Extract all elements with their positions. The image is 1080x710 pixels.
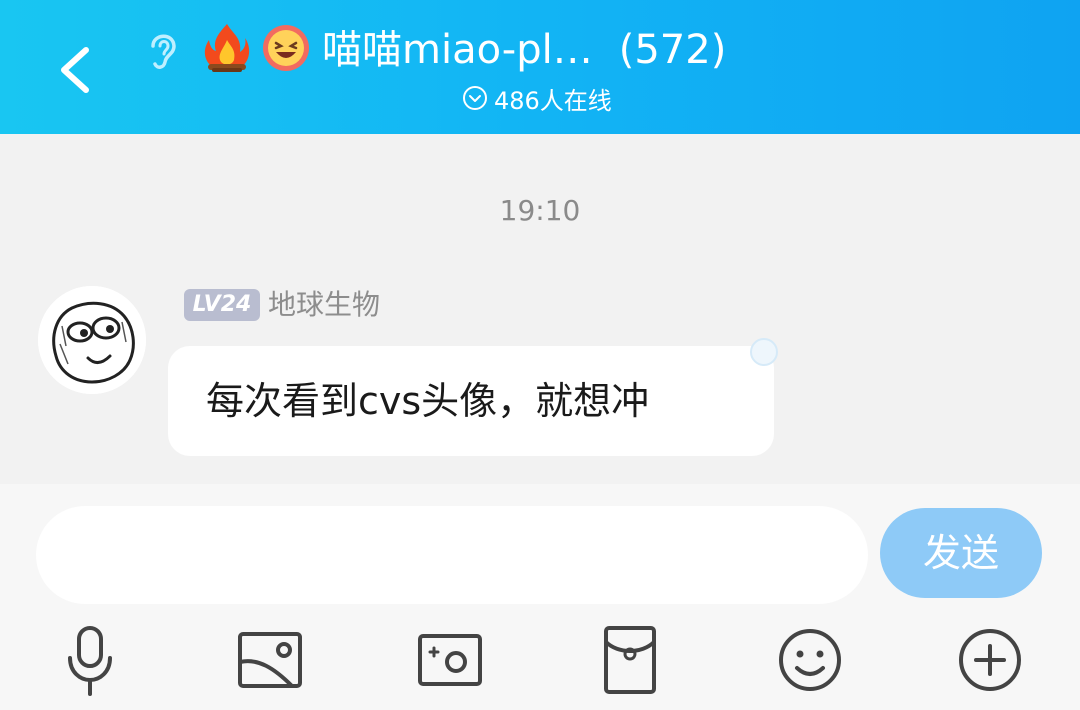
microphone-icon[interactable] [50, 620, 130, 700]
message-timestamp: 19:10 [499, 194, 581, 227]
rage-face-avatar-icon [38, 286, 146, 394]
camera-icon[interactable] [410, 620, 490, 700]
group-name: 喵喵miao-pl… [322, 27, 593, 73]
back-button[interactable] [52, 38, 102, 98]
loading-circle-icon [750, 338, 778, 366]
send-button[interactable]: 发送 [880, 508, 1042, 598]
message-bubble[interactable]: 每次看到cvs头像，就想冲 [168, 346, 774, 456]
emoji-icon[interactable] [770, 620, 850, 700]
online-count-text: 486人在线 [494, 86, 612, 115]
group-title[interactable]: 喵喵miao-pl… (572) [322, 22, 782, 78]
plus-icon[interactable] [950, 620, 1030, 700]
message-input[interactable] [36, 506, 868, 604]
image-icon[interactable] [230, 620, 310, 700]
member-count: (572) [618, 27, 727, 73]
fire-icon [204, 24, 250, 72]
level-badge: LV24 [184, 289, 260, 321]
laughing-emoji-badge-icon [263, 25, 309, 71]
message-list[interactable]: 19:10 LV24 地球生物 每次看到cvs头像，就想冲 [0, 134, 1080, 484]
ear-icon[interactable] [143, 26, 183, 72]
chat-header: 喵喵miao-pl… (572) 486人在线 [0, 0, 1080, 134]
message-text: 每次看到cvs头像，就想冲 [206, 379, 650, 423]
chevron-down-circle-icon [463, 86, 487, 110]
avatar[interactable] [38, 286, 146, 394]
online-status[interactable]: 486人在线 [462, 82, 612, 115]
input-bar: 发送 [0, 484, 1080, 710]
chevron-left-icon [61, 47, 89, 93]
sender-name[interactable]: 地球生物 [268, 284, 380, 326]
red-envelope-icon[interactable] [590, 620, 670, 700]
